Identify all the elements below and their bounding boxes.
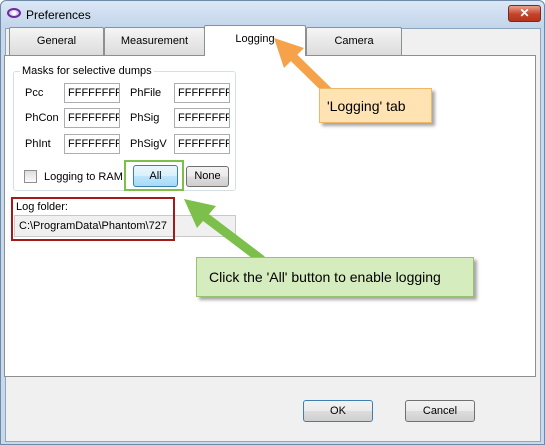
logging-tab-callout: 'Logging' tab	[319, 88, 432, 123]
green-arrow-icon	[184, 199, 265, 264]
all-button-callout: Click the 'All' button to enable logging	[196, 257, 474, 297]
orange-arrow-icon	[274, 38, 336, 99]
annotation-arrows	[184, 38, 336, 264]
